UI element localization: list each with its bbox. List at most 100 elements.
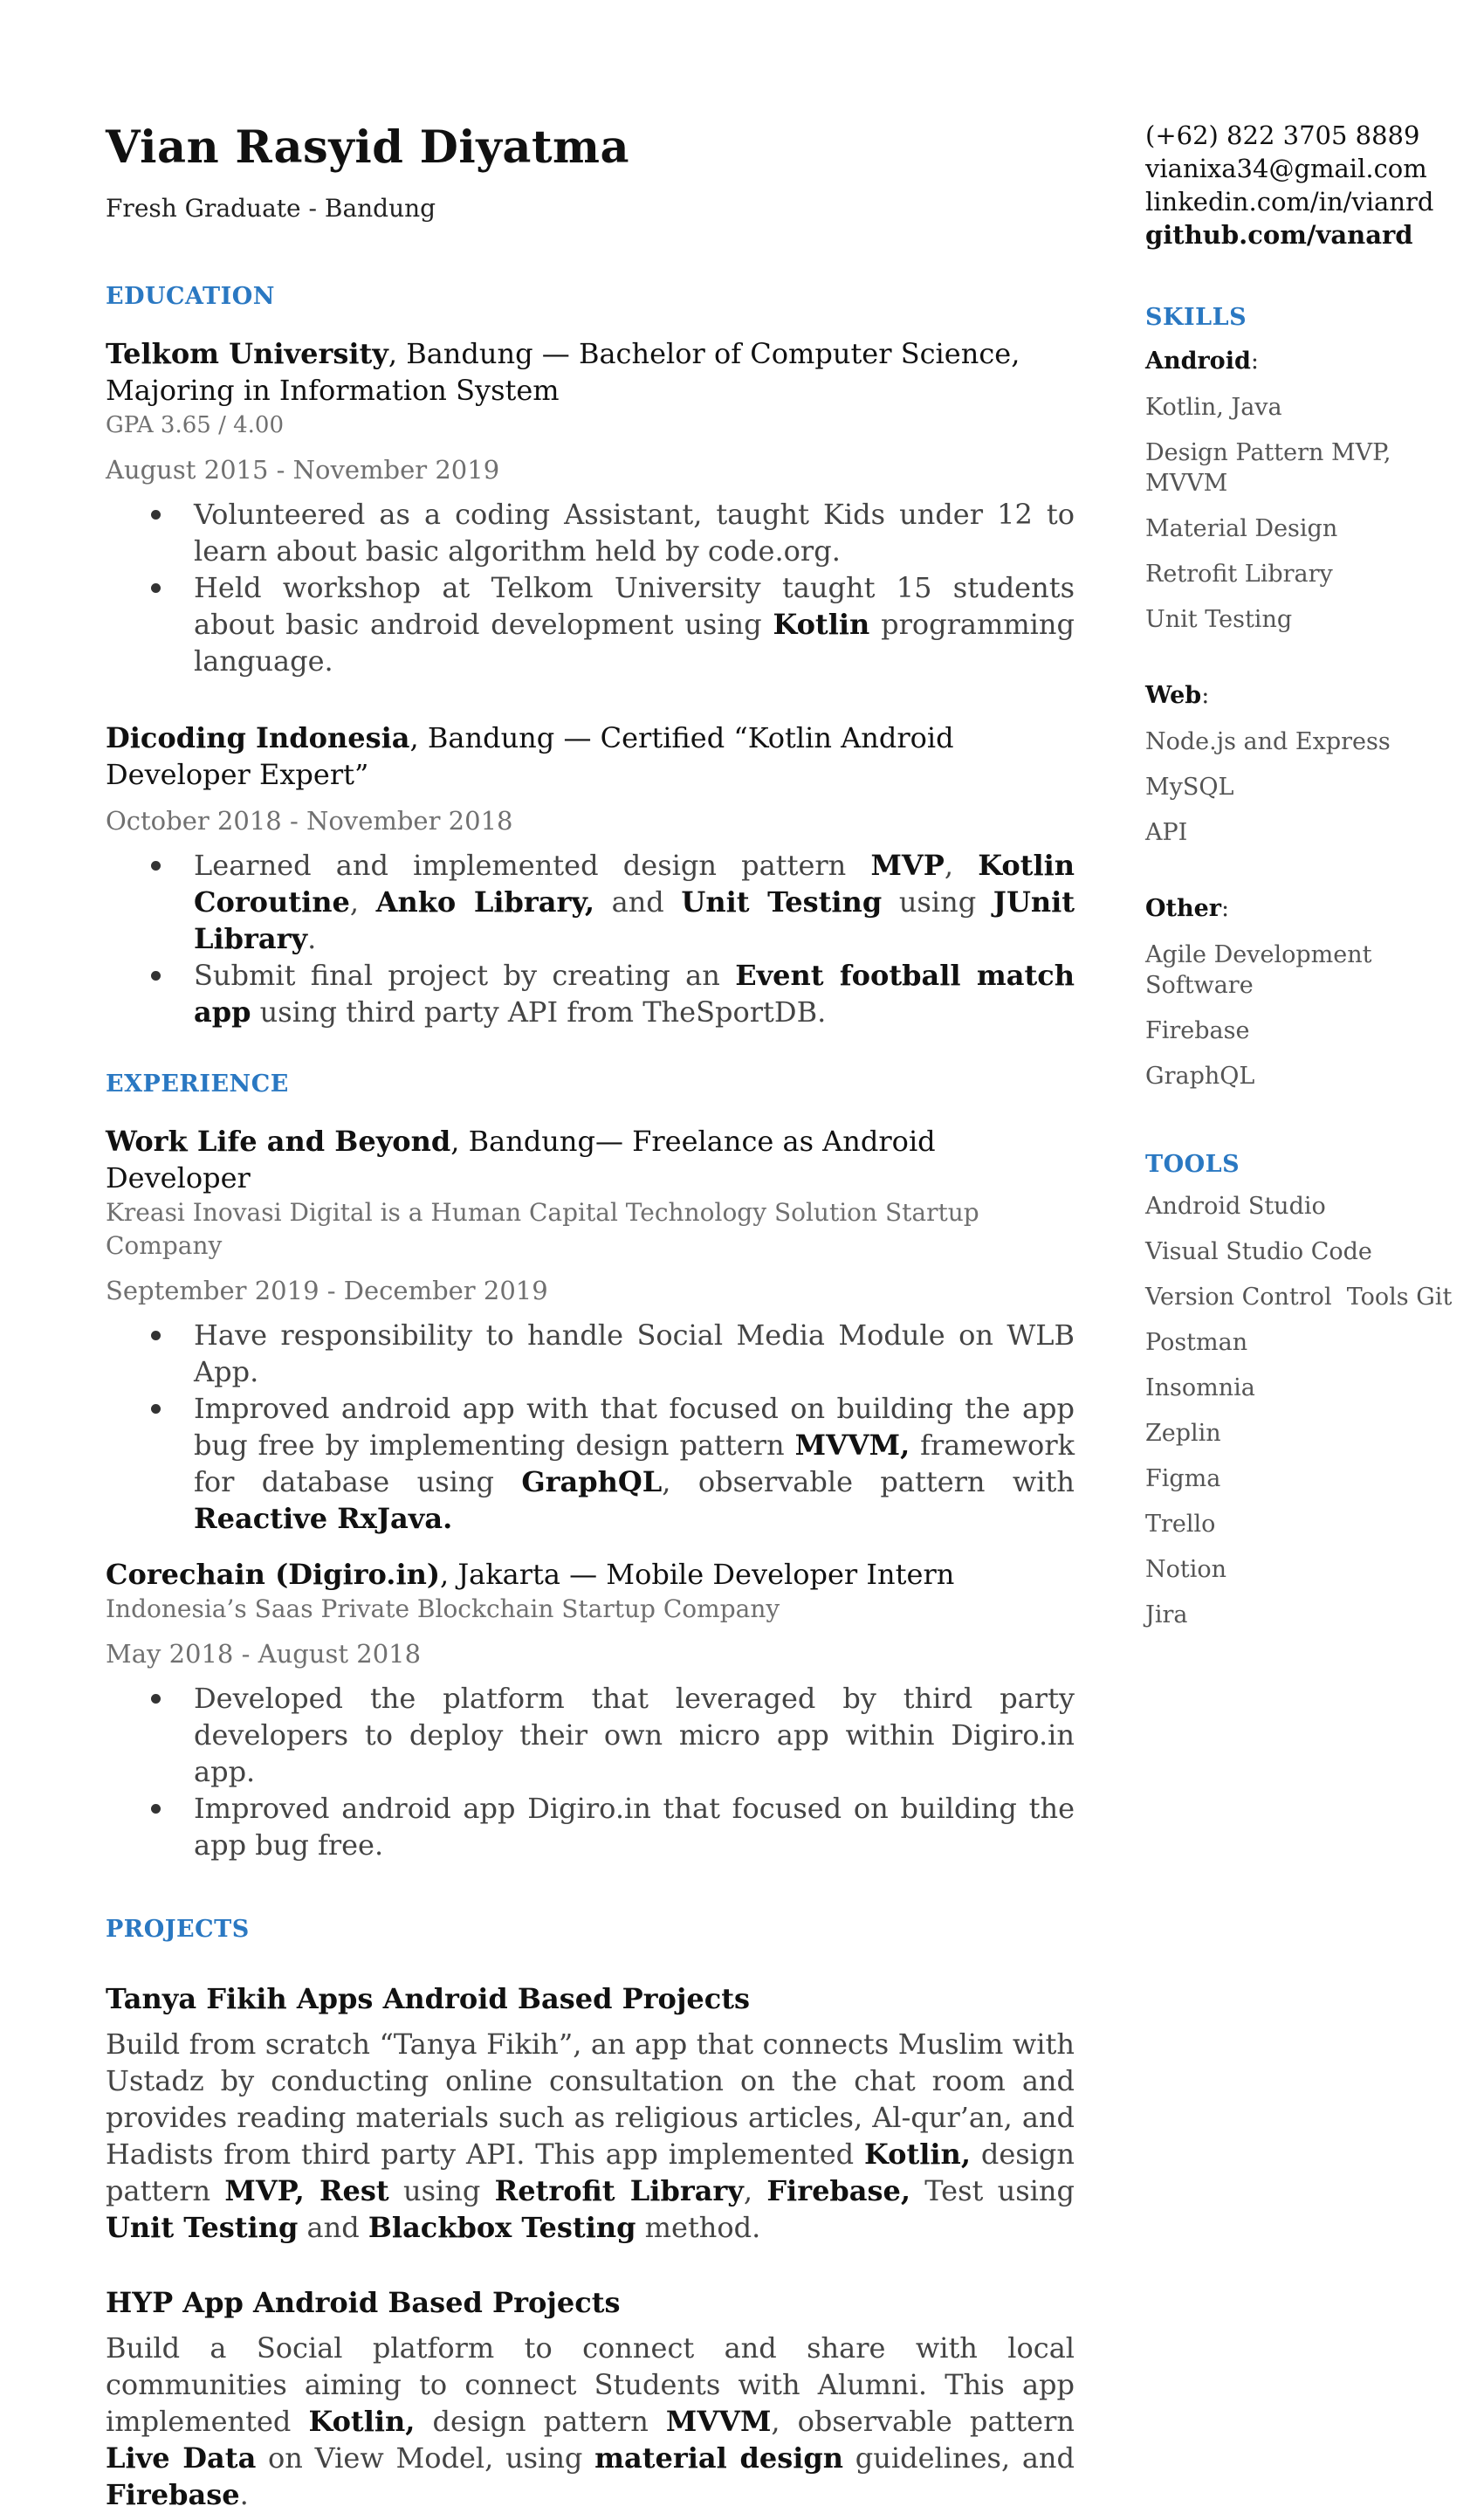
keyword: MVVM: [665, 2405, 772, 2438]
keyword: Unit Testing: [681, 885, 883, 919]
projects-heading: PROJECTS: [106, 1916, 250, 1943]
bullet-icon: [151, 1331, 161, 1340]
list-item: Have responsibility to handle Social Med…: [106, 1317, 1075, 1390]
bullet-text: Have responsibility to handle Social Med…: [194, 1318, 1075, 1388]
list-item: Submit final project by creating an Even…: [106, 957, 1075, 1030]
bullet-icon: [151, 1404, 161, 1414]
tool-item: Notion: [1145, 1556, 1227, 1583]
skill-item: Firebase: [1145, 1017, 1250, 1044]
skill-item: Retrofit Library: [1145, 561, 1333, 588]
paragraph-text: guidelines, and: [843, 2441, 1075, 2475]
bullet-text: , observable pattern with: [662, 1465, 1075, 1498]
side-column: (+62) 822 3705 8889 vianixa34@gmail.com …: [1145, 119, 1468, 1630]
paragraph-text: method.: [636, 2211, 761, 2244]
other-skill-list: Agile Development Software Firebase Grap…: [1145, 940, 1468, 1091]
phone-number: (+62) 822 3705 8889: [1145, 120, 1420, 150]
bullet-list: Have responsibility to handle Social Med…: [106, 1317, 1075, 1537]
keyword: Blackbox Testing: [368, 2211, 636, 2244]
skill-group-web-label: Web:: [1145, 680, 1468, 712]
education-entry-telkom: Telkom University, Bandung — Bachelor of…: [106, 335, 1075, 679]
skill-item: Material Design: [1145, 515, 1338, 542]
keyword: MVP, Rest: [224, 2174, 389, 2207]
org-name: Corechain (Digiro.in): [106, 1558, 440, 1591]
bullet-text: and: [594, 885, 682, 919]
bullet-text: Submit final project by creating an: [194, 959, 736, 992]
project-title: Tanya Fikih Apps Android Based Projects: [106, 1982, 751, 2015]
experience-entry-wlb: Work Life and Beyond, Bandung— Freelance…: [106, 1123, 1075, 1537]
bullet-text: using third party API from TheSportDB.: [251, 995, 827, 1029]
skill-item: Kotlin, Java: [1145, 394, 1282, 421]
entry-date: August 2015 - November 2019: [106, 455, 500, 485]
paragraph-text: and: [298, 2211, 368, 2244]
skill-item: Unit Testing: [1145, 606, 1293, 633]
org-name: Telkom University: [106, 337, 388, 370]
skill-item: GraphQL: [1145, 1063, 1255, 1090]
paragraph-text: , observable pattern: [771, 2405, 1075, 2438]
email-address: vianixa34@gmail.com: [1145, 154, 1427, 183]
paragraph-text: using: [388, 2174, 495, 2207]
skill-item: MySQL: [1145, 774, 1234, 801]
keyword: Live Data: [106, 2441, 257, 2475]
keyword: Firebase,: [766, 2174, 911, 2207]
contact-block: (+62) 822 3705 8889 vianixa34@gmail.com …: [1145, 119, 1468, 251]
tool-item: Postman: [1145, 1329, 1248, 1356]
project-description: Build from scratch “Tanya Fikih”, an app…: [106, 2026, 1075, 2246]
tools-list: Android Studio Visual Studio Code Versio…: [1145, 1191, 1468, 1630]
project-description: Build a Social platform to connect and s…: [106, 2330, 1075, 2513]
keyword: Firebase: [106, 2478, 240, 2511]
skill-item: Agile Development Software: [1145, 941, 1372, 999]
resume-page: Vian Rasyid Diyatma Fresh Graduate - Ban…: [0, 0, 1484, 2511]
bullet-text: Developed the platform that leveraged by…: [194, 1682, 1075, 1788]
keyword: MVVM,: [794, 1429, 910, 1462]
github-link[interactable]: github.com/vanard: [1145, 218, 1468, 251]
group-label: Web: [1145, 682, 1202, 709]
bullet-text: ,: [944, 849, 979, 882]
skill-group-android-label: Android:: [1145, 346, 1468, 377]
list-item: Improved android app Digiro.in that focu…: [106, 1790, 1075, 1863]
bullet-icon: [151, 583, 161, 593]
entry-header: Dicoding Indonesia, Bandung — Certified …: [106, 719, 1075, 793]
org-name: Work Life and Beyond: [106, 1125, 451, 1158]
gpa: GPA 3.65 / 4.00: [106, 412, 284, 438]
bullet-text: ,: [349, 885, 376, 919]
tool-item: Zeplin: [1145, 1420, 1221, 1447]
keyword: Kotlin: [773, 608, 870, 641]
keyword: GraphQL: [521, 1465, 663, 1498]
bullet-text: using: [882, 885, 993, 919]
tool-item: Android Studio: [1145, 1193, 1326, 1220]
company-description: Indonesia’s Saas Private Blockchain Star…: [106, 1594, 780, 1623]
keyword: Reactive RxJava.: [194, 1502, 453, 1535]
tool-item: Jira: [1145, 1601, 1188, 1628]
paragraph-text: ,: [743, 2174, 767, 2207]
paragraph-text: .: [239, 2478, 249, 2511]
tools-heading: TOOLS: [1145, 1151, 1240, 1178]
keyword: MVP: [870, 849, 945, 882]
web-skill-list: Node.js and Express MySQL API: [1145, 726, 1468, 848]
android-skill-list: Kotlin, Java Design Pattern MVP, MVVM Ma…: [1145, 392, 1468, 635]
skill-item: API: [1145, 819, 1188, 846]
bullet-icon: [151, 1804, 161, 1814]
tool-item: Insomnia: [1145, 1374, 1255, 1401]
bullet-icon: [151, 510, 161, 520]
bullet-icon: [151, 861, 161, 871]
candidate-name: Vian Rasyid Diyatma: [106, 121, 630, 174]
bullet-text: Volunteered as a coding Assistant, taugh…: [194, 498, 1075, 568]
experience-entry-corechain: Corechain (Digiro.in), Jakarta — Mobile …: [106, 1556, 1075, 1863]
keyword: Kotlin,: [864, 2138, 971, 2171]
bullet-list: Learned and implemented design pattern M…: [106, 847, 1075, 1030]
bullet-list: Volunteered as a coding Assistant, taugh…: [106, 496, 1075, 679]
entry-date: May 2018 - August 2018: [106, 1639, 422, 1669]
keyword: Retrofit Library: [494, 2174, 744, 2207]
entry-header: Work Life and Beyond, Bandung— Freelance…: [106, 1123, 1075, 1196]
project-hyp: HYP App Android Based Projects Build a S…: [106, 2284, 1075, 2513]
org-name: Dicoding Indonesia: [106, 721, 410, 754]
colon: :: [1250, 348, 1259, 375]
bullet-text: .: [307, 922, 317, 955]
keyword: Anko Library,: [375, 885, 594, 919]
entry-header: Telkom University, Bandung — Bachelor of…: [106, 335, 1075, 409]
linkedin-link[interactable]: linkedin.com/in/vianrd: [1145, 185, 1468, 218]
skill-item: Node.js and Express: [1145, 728, 1391, 755]
bullet-icon: [151, 971, 161, 981]
list-item: Held workshop at Telkom University taugh…: [106, 569, 1075, 679]
bullet-text: Learned and implemented design pattern: [194, 849, 871, 882]
